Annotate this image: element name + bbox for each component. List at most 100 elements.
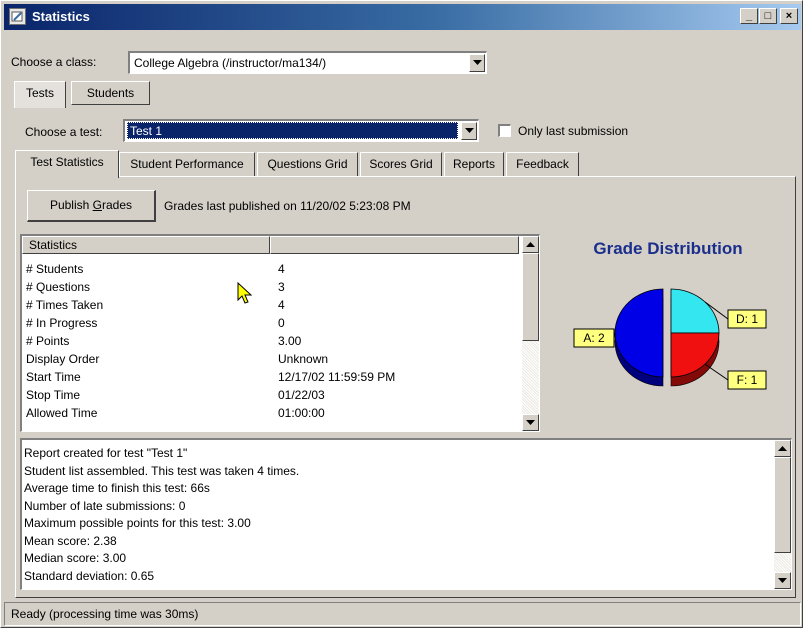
report-scrollbar[interactable] bbox=[774, 440, 791, 589]
report-text: Report created for test "Test 1" Student … bbox=[22, 445, 772, 585]
pie-slice bbox=[670, 288, 720, 334]
report-line: Report created for test "Test 1" bbox=[24, 446, 188, 460]
tab-reports-label: Reports bbox=[452, 157, 496, 171]
tab-feedback-label: Feedback bbox=[516, 157, 569, 171]
table-row[interactable]: # Students 4 bbox=[24, 260, 514, 278]
pie-label: F: 1 bbox=[737, 373, 758, 387]
tab-test-statistics-label: Test Statistics bbox=[30, 155, 104, 169]
title-bar[interactable]: Statistics _ □ × bbox=[4, 4, 801, 30]
minimize-button[interactable]: _ bbox=[740, 8, 758, 24]
pie-leader-line bbox=[704, 363, 729, 381]
pie-slices bbox=[614, 288, 720, 378]
report-scroll-down-button[interactable] bbox=[774, 572, 791, 589]
chevron-down-icon bbox=[465, 128, 474, 133]
pie-labels: A: 2 D: 1 F: 1 bbox=[573, 301, 767, 390]
publish-status-text: Grades last published on 11/20/02 5:23:0… bbox=[164, 199, 411, 213]
test-dropdown[interactable]: Test 1 bbox=[123, 119, 479, 142]
minimize-icon: _ bbox=[745, 10, 753, 22]
value-column-header[interactable] bbox=[270, 236, 519, 254]
scroll-up-button[interactable] bbox=[522, 236, 539, 253]
tab-questions-grid[interactable]: Questions Grid bbox=[257, 152, 358, 176]
row-key: # Questions bbox=[26, 280, 91, 294]
tab-student-performance[interactable]: Student Performance bbox=[119, 152, 255, 176]
tab-reports[interactable]: Reports bbox=[444, 152, 504, 176]
statistics-column-header[interactable]: Statistics bbox=[22, 236, 270, 254]
row-key: Start Time bbox=[26, 370, 81, 384]
row-key: # In Progress bbox=[26, 316, 98, 330]
table-row[interactable]: # Times Taken 4 bbox=[24, 296, 514, 314]
row-value: 01:00:00 bbox=[278, 406, 325, 420]
arrow-up-icon bbox=[778, 446, 787, 451]
mouse-pointer-icon bbox=[237, 282, 253, 304]
row-key: # Points bbox=[26, 334, 70, 348]
tab-scores-grid-label: Scores Grid bbox=[369, 157, 433, 171]
test-dropdown-value: Test 1 bbox=[127, 122, 458, 139]
tab-feedback[interactable]: Feedback bbox=[506, 152, 579, 176]
status-bar: Ready (processing time was 30ms) bbox=[4, 602, 801, 626]
test-label: Choose a test: bbox=[25, 125, 103, 139]
table-row[interactable]: # Points 3.00 bbox=[24, 332, 514, 350]
publish-grades-mnemonic: G bbox=[92, 198, 102, 212]
tab-test-statistics[interactable]: Test Statistics bbox=[15, 150, 119, 178]
table-row[interactable]: # Questions 3 bbox=[24, 278, 514, 296]
table-row[interactable]: Start Time 12/17/02 11:59:59 PM bbox=[24, 368, 514, 386]
row-key: Allowed Time bbox=[26, 406, 98, 420]
row-key: # Students bbox=[26, 262, 84, 276]
table-row[interactable]: Display Order Unknown bbox=[24, 350, 514, 368]
publish-grades-button[interactable]: Publish Grades bbox=[27, 190, 156, 222]
test-dropdown-arrow[interactable] bbox=[461, 122, 477, 140]
row-key: Stop Time bbox=[26, 388, 81, 402]
arrow-down-icon bbox=[778, 578, 787, 583]
row-value: 3.00 bbox=[278, 334, 302, 348]
close-icon: × bbox=[785, 10, 793, 22]
class-dropdown[interactable]: College Algebra (/instructor/ma134/) bbox=[128, 51, 487, 74]
grade-distribution-chart: Grade Distribution A: 2 D: 1 F: 1 bbox=[544, 234, 792, 432]
row-value: 01/22/03 bbox=[278, 388, 325, 402]
statistics-window: Statistics _ □ × Choose a class: College… bbox=[0, 0, 803, 628]
publish-grades-label-prefix: Publish bbox=[49, 198, 93, 212]
report-scroll-thumb[interactable] bbox=[774, 457, 791, 553]
pie-chart-svg: Grade Distribution A: 2 D: 1 F: 1 bbox=[573, 239, 767, 390]
only-last-submission-label: Only last submission bbox=[518, 124, 629, 138]
table-row[interactable]: Allowed Time 01:00:00 bbox=[24, 404, 514, 422]
report-line: Maximum possible points for this test: 3… bbox=[24, 516, 251, 530]
tab-scores-grid[interactable]: Scores Grid bbox=[360, 152, 442, 176]
row-value: 4 bbox=[278, 298, 285, 312]
close-button[interactable]: × bbox=[780, 8, 798, 24]
pie-slice bbox=[670, 332, 720, 378]
tab-students[interactable]: Students bbox=[71, 81, 150, 105]
pie-label: A: 2 bbox=[583, 331, 605, 345]
arrow-down-icon bbox=[526, 420, 535, 425]
tab-tests[interactable]: Tests bbox=[14, 81, 66, 108]
row-value: 4 bbox=[278, 262, 285, 276]
row-value: 0 bbox=[278, 316, 285, 330]
tab-questions-grid-label: Questions Grid bbox=[267, 157, 348, 171]
pie-label: D: 1 bbox=[736, 312, 758, 326]
report-line: Standard deviation: 0.65 bbox=[24, 568, 155, 583]
arrow-up-icon bbox=[526, 242, 535, 247]
table-row[interactable]: # In Progress 0 bbox=[24, 314, 514, 332]
maximize-icon: □ bbox=[764, 10, 772, 22]
row-key: # Times Taken bbox=[26, 298, 104, 312]
row-value: 12/17/02 11:59:59 PM bbox=[278, 370, 396, 384]
report-line: Mean score: 2.38 bbox=[24, 533, 117, 548]
statistics-table[interactable]: Statistics # Students 4 # Questions 3 # Ti… bbox=[20, 234, 540, 432]
report-line: Average time to finish this test: 66s bbox=[24, 481, 210, 495]
test-statistics-panel: Publish Grades Grades last published on … bbox=[15, 176, 796, 598]
table-row[interactable]: Stop Time 01/22/03 bbox=[24, 386, 514, 404]
chevron-down-icon bbox=[473, 60, 482, 65]
app-icon bbox=[9, 8, 26, 25]
window-title: Statistics bbox=[32, 9, 90, 24]
maximize-button[interactable]: □ bbox=[759, 8, 777, 24]
class-dropdown-arrow[interactable] bbox=[469, 54, 485, 72]
tab-tests-label: Tests bbox=[25, 86, 54, 100]
publish-grades-label-suffix: rades bbox=[102, 198, 133, 212]
report-log[interactable]: Report created for test "Test 1" Student … bbox=[20, 438, 792, 590]
only-last-submission-checkbox[interactable] bbox=[498, 124, 511, 137]
statistics-scrollbar[interactable] bbox=[522, 236, 539, 431]
report-scroll-up-button[interactable] bbox=[774, 440, 791, 457]
report-line: Number of late submissions: 0 bbox=[24, 498, 186, 513]
scroll-thumb[interactable] bbox=[522, 253, 539, 341]
report-line: Median score: 3.00 bbox=[24, 551, 127, 565]
scroll-down-button[interactable] bbox=[522, 414, 539, 431]
